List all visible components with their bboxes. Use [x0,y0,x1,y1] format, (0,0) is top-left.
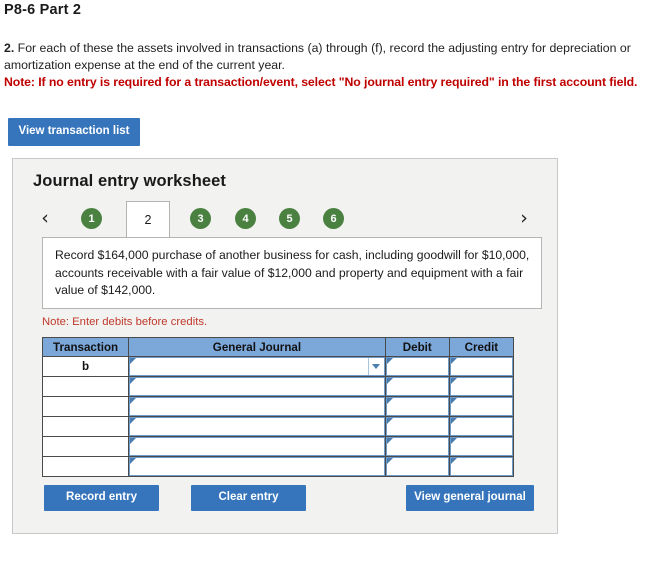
worksheet-tab-1[interactable]: 1 [81,208,102,229]
table-row: b [41,356,515,377]
general-journal-cell-row-1 [128,356,386,377]
credit-input-row-5[interactable] [458,438,510,455]
table-row [41,456,515,477]
debit-cell-row-4 [384,416,450,437]
note-no-entry-required: Note: If no entry is required for a tran… [4,75,638,89]
account-input-row-1[interactable] [138,358,382,375]
column-header-general-journal: General Journal [128,337,386,357]
worksheet-tab-2[interactable]: 2 [126,201,170,237]
chevron-left-icon[interactable]: ‹ [34,206,56,230]
worksheet-tab-5[interactable]: 5 [279,208,300,229]
debit-input-row-4[interactable] [394,418,446,435]
account-select-row-1[interactable] [129,357,385,376]
worksheet-tab-6[interactable]: 6 [323,208,344,229]
transaction-description-text: Record $164,000 purchase of another busi… [55,248,530,297]
record-entry-button[interactable]: Record entry [44,485,159,511]
page-root: P8-6 Part 2 2. For each of these the ass… [0,0,668,567]
column-header-debit: Debit [384,337,450,357]
page-title: P8-6 Part 2 [4,2,82,18]
journal-entry-panel: Journal entry worksheet ‹ 1 2 3 4 5 6 › … [12,158,558,534]
table-row [41,376,515,397]
debit-field-row-5[interactable] [385,437,449,456]
debit-input-row-2[interactable] [394,378,446,395]
credit-cell-row-1 [448,356,515,377]
debit-field-row-1[interactable] [385,357,449,376]
transaction-label-row-2 [41,376,130,397]
table-row [41,396,515,417]
transaction-label-row-5 [41,436,130,457]
account-select-row-3[interactable] [129,397,385,416]
debit-cell-row-6 [384,456,450,477]
transaction-label-row-6 [41,456,130,477]
account-select-row-2[interactable] [129,377,385,396]
credit-input-row-6[interactable] [458,458,510,475]
instruction-number: 2. [4,41,15,55]
debit-cell-row-3 [384,396,450,417]
debit-cell-row-1 [384,356,450,377]
credit-field-row-5[interactable] [449,437,513,456]
account-input-row-2[interactable] [138,378,382,395]
instruction-text: For each of these the assets involved in… [4,41,631,72]
instructions-block: 2. For each of these the assets involved… [4,40,664,91]
transaction-description-box: Record $164,000 purchase of another busi… [42,237,542,309]
credit-cell-row-5 [448,436,515,457]
transaction-label-row-4 [41,416,130,437]
chevron-right-icon[interactable]: › [513,206,535,230]
view-transaction-list-button[interactable]: View transaction list [8,118,140,146]
worksheet-tabstrip: ‹ 1 2 3 4 5 6 › [13,201,559,237]
account-input-row-5[interactable] [138,438,382,455]
credit-input-row-3[interactable] [458,398,510,415]
credit-cell-row-3 [448,396,515,417]
credit-input-row-2[interactable] [458,378,510,395]
debit-input-row-5[interactable] [394,438,446,455]
debit-input-row-6[interactable] [394,458,446,475]
credit-field-row-4[interactable] [449,417,513,436]
credit-field-row-2[interactable] [449,377,513,396]
view-general-journal-button[interactable]: View general journal [406,485,534,511]
transaction-label-row-3 [41,396,130,417]
note-enter-debits-before-credits: Note: Enter debits before credits. [42,316,208,328]
debit-input-row-3[interactable] [394,398,446,415]
worksheet-tab-3[interactable]: 3 [190,208,211,229]
chevron-down-icon[interactable] [367,358,384,375]
account-select-row-4[interactable] [129,417,385,436]
debit-field-row-2[interactable] [385,377,449,396]
table-header-row: Transaction General Journal Debit Credit [41,337,515,357]
worksheet-tab-4[interactable]: 4 [235,208,256,229]
debit-cell-row-5 [384,436,450,457]
general-journal-cell-row-4 [128,416,386,437]
column-header-transaction: Transaction [41,337,130,357]
clear-entry-button[interactable]: Clear entry [191,485,306,511]
worksheet-title: Journal entry worksheet [33,172,227,190]
account-select-row-6[interactable] [129,457,385,476]
credit-cell-row-2 [448,376,515,397]
credit-field-row-1[interactable] [449,357,513,376]
debit-field-row-3[interactable] [385,397,449,416]
debit-cell-row-2 [384,376,450,397]
table-row [41,436,515,457]
account-input-row-3[interactable] [138,398,382,415]
debit-input-row-1[interactable] [394,358,446,375]
credit-input-row-4[interactable] [458,418,510,435]
journal-entry-table: Transaction General Journal Debit Credit… [41,337,515,477]
account-input-row-4[interactable] [138,418,382,435]
debit-field-row-6[interactable] [385,457,449,476]
credit-cell-row-4 [448,416,515,437]
account-input-row-6[interactable] [138,458,382,475]
general-journal-cell-row-6 [128,456,386,477]
debit-field-row-4[interactable] [385,417,449,436]
credit-field-row-3[interactable] [449,397,513,416]
credit-cell-row-6 [448,456,515,477]
transaction-label-row-1: b [41,356,130,377]
credit-input-row-1[interactable] [458,358,510,375]
general-journal-cell-row-3 [128,396,386,417]
general-journal-cell-row-2 [128,376,386,397]
credit-field-row-6[interactable] [449,457,513,476]
column-header-credit: Credit [448,337,515,357]
general-journal-cell-row-5 [128,436,386,457]
account-select-row-5[interactable] [129,437,385,456]
table-row [41,416,515,437]
